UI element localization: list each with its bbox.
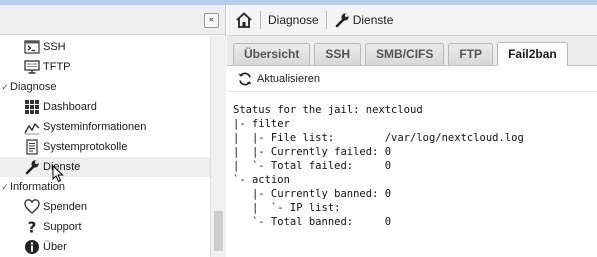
breadcrumb-separator bbox=[260, 11, 261, 29]
wrench-icon bbox=[334, 12, 350, 28]
heart-icon bbox=[24, 199, 40, 215]
terminal-icon bbox=[24, 39, 40, 55]
sidebar-item-label: Dashboard bbox=[43, 101, 97, 113]
output-line: | |- Currently failed: 0 bbox=[233, 146, 392, 158]
tab-ftp[interactable]: FTP bbox=[448, 43, 494, 65]
wrench-icon bbox=[24, 159, 40, 175]
svg-text:?: ? bbox=[28, 219, 37, 235]
sidebar-item-label: Spenden bbox=[43, 201, 88, 213]
sidebar-item-support[interactable]: ? Support bbox=[0, 217, 210, 237]
sidebar-item--ber[interactable]: Über bbox=[0, 237, 210, 257]
sidebar-item-dashboard[interactable]: Dashboard bbox=[0, 97, 210, 117]
output-line: | |- File list: /var/log/nextcloud.log bbox=[233, 132, 524, 144]
navigation-panel-header: « bbox=[0, 5, 225, 35]
main-content: Diagnose Dienste Übersicht SSH SMB/CIFS FTP… bbox=[227, 5, 597, 257]
navigation-scrollbar-thumb[interactable] bbox=[214, 211, 223, 251]
sidebar-item-systeminformationen[interactable]: Systeminformationen bbox=[0, 117, 210, 137]
tab-ssh[interactable]: SSH bbox=[314, 43, 362, 65]
toolbar: Aktualisieren bbox=[227, 66, 597, 92]
refresh-button[interactable]: Aktualisieren bbox=[237, 71, 320, 87]
tree-group-diagnose[interactable]: ✓ Diagnose bbox=[0, 77, 210, 97]
info-icon bbox=[24, 239, 40, 255]
collapse-panel-button[interactable]: « bbox=[204, 13, 219, 28]
tree-group-label: Information bbox=[10, 181, 66, 193]
tab-bar: Übersicht SSH SMB/CIFS FTP Fail2ban bbox=[227, 36, 597, 66]
output-line: |- filter bbox=[233, 118, 290, 130]
sidebar-item-label: Über bbox=[43, 241, 67, 253]
tab-fail2ban[interactable]: Fail2ban bbox=[497, 42, 568, 66]
breadcrumb-section[interactable]: Diagnose bbox=[268, 13, 319, 27]
home-icon[interactable] bbox=[235, 11, 253, 29]
output-line: `- Total banned: 0 bbox=[233, 216, 392, 228]
sidebar-item-label: Systemprotokolle bbox=[43, 141, 128, 153]
navigation-panel: « SSH TFTP ✓ Diagnose Dashboard Systeminforma… bbox=[0, 5, 226, 257]
sidebar-item-label: Systeminformationen bbox=[43, 121, 147, 133]
sidebar-item-label: Support bbox=[43, 221, 82, 233]
output-line: |- Currently banned: 0 bbox=[233, 188, 392, 200]
sidebar-item-spenden[interactable]: Spenden bbox=[0, 197, 210, 217]
sidebar-item-dienste[interactable]: Dienste bbox=[0, 157, 210, 183]
output-line: Status for the jail: nextcloud bbox=[233, 104, 423, 116]
fail2ban-status-output: Status for the jail: nextcloud |- filter |… bbox=[233, 103, 524, 229]
refresh-label: Aktualisieren bbox=[257, 72, 320, 85]
breadcrumb-page: Dienste bbox=[352, 13, 394, 27]
tree-group-information[interactable]: ✓ Information bbox=[0, 177, 210, 197]
sidebar-item-label: TFTP bbox=[43, 61, 71, 73]
tab--bersicht[interactable]: Übersicht bbox=[233, 43, 311, 65]
breadcrumb: Diagnose Dienste bbox=[227, 5, 597, 36]
output-line: `- action bbox=[233, 174, 290, 186]
question-icon: ? bbox=[24, 219, 40, 237]
chart-line-icon bbox=[24, 119, 40, 135]
tree-group-label: Diagnose bbox=[10, 81, 57, 93]
navigation-scrollbar[interactable] bbox=[210, 36, 226, 257]
grid-icon bbox=[24, 99, 40, 115]
refresh-icon bbox=[237, 71, 257, 87]
sidebar-item-label: SSH bbox=[43, 41, 66, 53]
expand-caret-icon[interactable]: ✓ bbox=[0, 82, 10, 93]
tab-smb-cifs[interactable]: SMB/CIFS bbox=[365, 43, 445, 65]
sidebar-item-systemprotokolle[interactable]: Systemprotokolle bbox=[0, 137, 210, 157]
output-line: | `- IP list: bbox=[233, 202, 341, 214]
sidebar-item-ssh[interactable]: SSH bbox=[0, 37, 210, 57]
expand-caret-icon[interactable]: ✓ bbox=[0, 182, 10, 193]
document-icon bbox=[24, 139, 40, 155]
breadcrumb-separator bbox=[325, 11, 327, 29]
navigation-tree: SSH TFTP ✓ Diagnose Dashboard Systeminformati… bbox=[0, 36, 210, 257]
output-line: | `- Total failed: 0 bbox=[233, 160, 392, 172]
sidebar-item-tftp[interactable]: TFTP bbox=[0, 57, 210, 77]
monitor-icon bbox=[24, 59, 40, 75]
